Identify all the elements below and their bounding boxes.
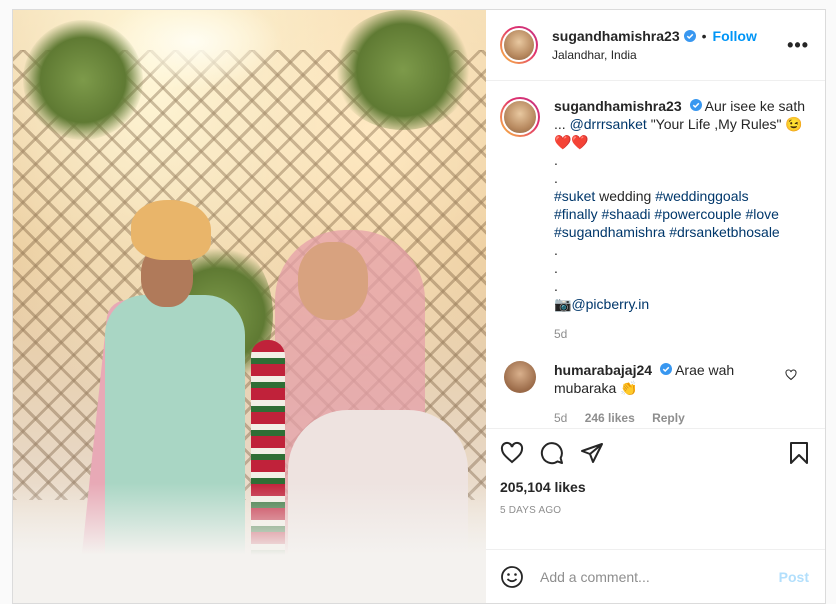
caption-dot: .: [554, 152, 558, 168]
comment-like-icon[interactable]: [785, 369, 797, 381]
comment-icon[interactable]: [540, 441, 564, 465]
verified-icon: [689, 99, 702, 111]
greenery: [23, 20, 143, 140]
reply-button[interactable]: Reply: [652, 411, 685, 425]
follow-button[interactable]: Follow: [713, 28, 757, 44]
mention-link[interactable]: @drrrsanket: [570, 116, 647, 132]
hashtag-link[interactable]: #finally: [554, 206, 598, 222]
comment-meta: 5d 246 likes Reply: [554, 411, 809, 425]
caption-dot: .: [554, 260, 558, 276]
more-options-button[interactable]: •••: [787, 35, 809, 56]
comment-text: humarabajaj24 Arae wah mubaraka 👏: [554, 361, 754, 397]
post-header: sugandhamishra23 • Follow Jalandhar, Ind…: [486, 10, 825, 81]
comments-section: sugandhamishra23 Aur isee ke sath ... @d…: [486, 81, 825, 428]
bride-head: [298, 242, 368, 320]
hashtag-link[interactable]: #drsanketbhosale: [669, 224, 780, 240]
hashtag-link[interactable]: #powercouple: [654, 206, 741, 222]
hashtag-link[interactable]: #suket: [554, 188, 595, 204]
author-username[interactable]: sugandhamishra23: [552, 28, 680, 44]
share-icon[interactable]: [580, 441, 604, 465]
camera-emoji: 📷: [554, 296, 572, 312]
caption-word: wedding: [599, 188, 652, 204]
caption-avatar[interactable]: [500, 97, 540, 137]
comment-age[interactable]: 5d: [554, 411, 567, 425]
add-comment-bar: Post: [486, 549, 825, 603]
floor: [13, 483, 486, 603]
comment-input[interactable]: [540, 568, 779, 585]
actions-section: 205,104 likes 5 DAYS AGO: [486, 428, 825, 549]
save-icon[interactable]: [787, 441, 811, 465]
likes-count[interactable]: 205,104 likes: [500, 479, 811, 495]
post-timestamp[interactable]: 5 DAYS AGO: [500, 505, 811, 516]
separator-dot: •: [701, 28, 707, 44]
comment-item: humarabajaj24 Arae wah mubaraka 👏: [500, 361, 809, 397]
verified-icon: [659, 363, 672, 375]
hashtag-link[interactable]: #love: [745, 206, 778, 222]
caption-username[interactable]: sugandhamishra23: [554, 98, 682, 114]
commenter-avatar[interactable]: [504, 361, 536, 393]
heart-icon[interactable]: [500, 441, 524, 465]
caption-quote: "Your Life ,My Rules": [650, 116, 782, 132]
post-photo[interactable]: [13, 10, 486, 603]
mention-link[interactable]: @picberry.in: [571, 296, 649, 312]
action-bar: [500, 439, 811, 467]
commenter-username[interactable]: humarabajaj24: [554, 362, 652, 378]
author-avatar[interactable]: [500, 26, 538, 64]
comment-likes[interactable]: 246 likes: [585, 411, 635, 425]
post-comment-button[interactable]: Post: [779, 569, 809, 585]
post-sidebar: sugandhamishra23 • Follow Jalandhar, Ind…: [486, 10, 825, 603]
hashtag-link[interactable]: #weddinggoals: [655, 188, 748, 204]
caption-dot: .: [554, 170, 558, 186]
caption-dot: .: [554, 278, 558, 294]
caption-age[interactable]: 5d: [554, 327, 809, 341]
hashtag-link[interactable]: #sugandhamishra: [554, 224, 665, 240]
caption: sugandhamishra23 Aur isee ke sath ... @d…: [500, 97, 809, 313]
post-location[interactable]: Jalandhar, India: [552, 48, 787, 62]
comment-emoji: 👏: [620, 380, 638, 396]
caption-text: sugandhamishra23 Aur isee ke sath ... @d…: [554, 97, 809, 313]
groom-turban: [131, 200, 211, 260]
greenery: [333, 10, 473, 130]
hashtag-link[interactable]: #shaadi: [601, 206, 650, 222]
emoji-icon[interactable]: [500, 565, 524, 589]
verified-icon: [683, 30, 696, 42]
caption-dot: .: [554, 242, 558, 258]
post-card: sugandhamishra23 • Follow Jalandhar, Ind…: [12, 9, 826, 604]
